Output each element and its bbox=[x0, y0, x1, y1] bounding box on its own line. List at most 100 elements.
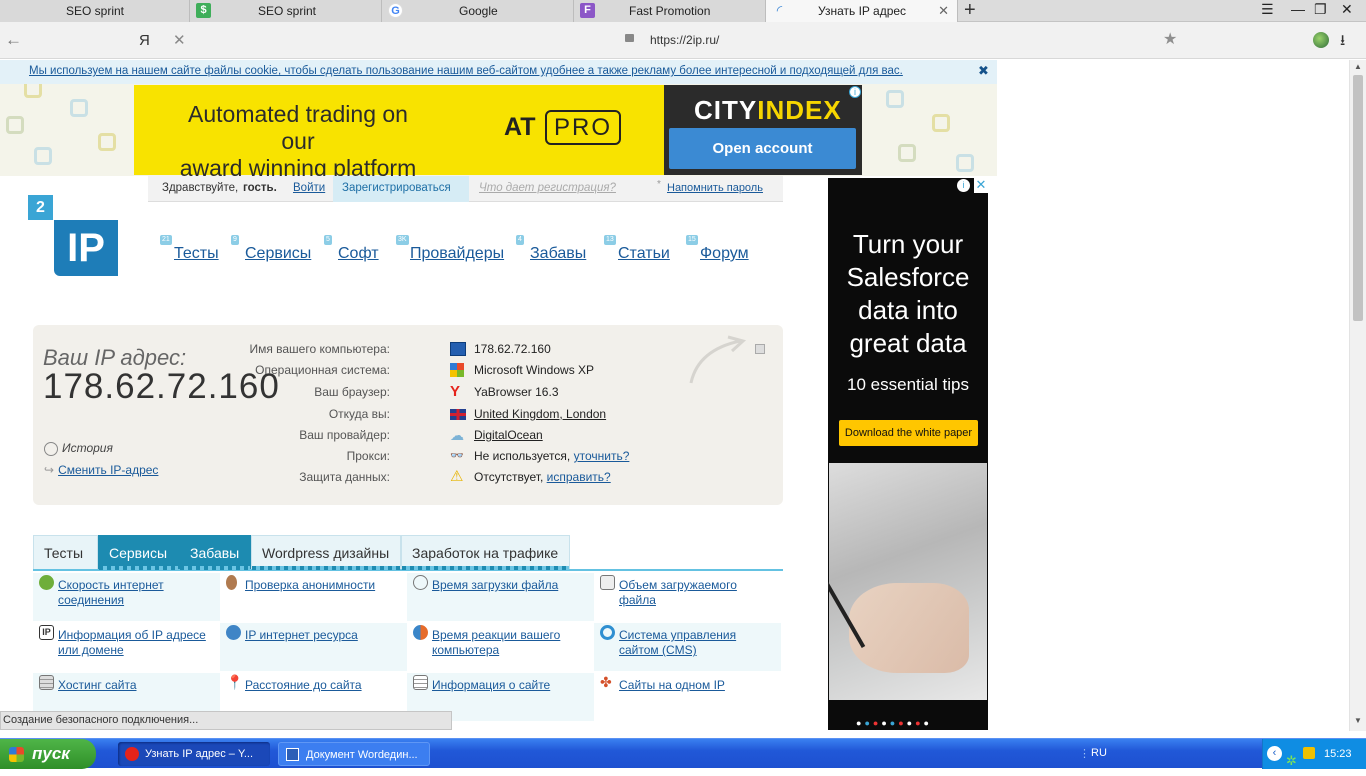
tab-wordpress[interactable]: Wordpress дизайны bbox=[251, 535, 401, 570]
new-tab-plus-icon[interactable]: + bbox=[964, 0, 976, 20]
service-link-2[interactable]: сайтом (CMS) bbox=[619, 643, 697, 657]
scroll-up-icon[interactable]: ▲ bbox=[1354, 62, 1362, 71]
taskbar-item-word[interactable]: Документ Wordедин... bbox=[278, 742, 430, 766]
nav-services[interactable]: 9 Сервисы bbox=[231, 235, 311, 263]
close-window-icon[interactable]: ✕ bbox=[1341, 1, 1353, 18]
remind-password-link[interactable]: Напомнить пароль bbox=[667, 182, 763, 194]
page-scrollbar[interactable]: ▲ ▼ bbox=[1349, 60, 1366, 731]
history-item[interactable]: История bbox=[44, 441, 113, 456]
carousel-dots[interactable]: ●●●●●●●●● bbox=[856, 718, 966, 728]
nav-label[interactable]: Форум bbox=[700, 245, 749, 262]
provider-link[interactable]: DigitalOcean bbox=[474, 428, 543, 442]
service-link[interactable]: Сайты на одном IP bbox=[619, 678, 725, 692]
tab-tests[interactable]: Тесты bbox=[33, 535, 98, 569]
nav-label[interactable]: Софт bbox=[338, 245, 379, 262]
service-link[interactable]: Объем загружаемого bbox=[619, 578, 737, 592]
service-link[interactable]: Время загрузки файла bbox=[432, 578, 558, 592]
cookie-close-icon[interactable]: ✖ bbox=[978, 60, 989, 82]
service-link-2[interactable]: соединения bbox=[58, 593, 124, 607]
globe-icon[interactable] bbox=[1313, 32, 1329, 48]
tab-traffic-earnings[interactable]: Заработок на трафике bbox=[401, 535, 570, 570]
download-icon[interactable]: ⭳ bbox=[1340, 30, 1345, 55]
service-link[interactable]: Скорость интернет bbox=[58, 578, 164, 592]
ad-info-icon[interactable]: i bbox=[957, 179, 970, 192]
service-link[interactable]: Расстояние до сайта bbox=[245, 678, 362, 692]
nav-label[interactable]: Статьи bbox=[618, 245, 670, 262]
url-field[interactable]: https://2ip.ru/ bbox=[650, 33, 719, 47]
location-link[interactable]: United Kingdom, London bbox=[474, 407, 606, 421]
ad-info-icon[interactable]: i bbox=[849, 86, 861, 98]
login-link[interactable]: Войти bbox=[293, 182, 325, 194]
service-link[interactable]: Информация о сайте bbox=[432, 678, 550, 692]
tab-2ip-active[interactable]: ◜ Узнать IP адрес ✕ bbox=[766, 0, 958, 22]
scroll-thumb[interactable] bbox=[1353, 75, 1363, 321]
close-tab-icon[interactable]: ✕ bbox=[938, 1, 949, 21]
lock-icon bbox=[625, 34, 634, 42]
tray-network-icon[interactable]: ✲ bbox=[1286, 746, 1297, 776]
language-indicator[interactable]: RU bbox=[1091, 747, 1107, 759]
start-button[interactable]: пуск bbox=[0, 739, 96, 769]
nav-articles[interactable]: 13 Статьи bbox=[604, 235, 670, 263]
tab-google[interactable]: G Google bbox=[382, 0, 574, 22]
nav-forum[interactable]: 15 Форум bbox=[686, 235, 749, 263]
ad-close-icon[interactable]: ✕ bbox=[974, 178, 988, 193]
service-ip-info[interactable]: IP Информация об IP адресе или домене bbox=[33, 623, 220, 671]
service-speed-test[interactable]: Скорость интернет соединения bbox=[33, 573, 220, 621]
open-account-button[interactable]: Open account bbox=[669, 128, 856, 169]
nav-label[interactable]: Провайдеры bbox=[410, 245, 504, 262]
service-link-2[interactable]: файла bbox=[619, 593, 656, 607]
nav-label[interactable]: Сервисы bbox=[245, 245, 311, 262]
nav-tests[interactable]: 21 Тесты bbox=[160, 235, 219, 263]
service-reaction-time[interactable]: Время реакции вашего компьютера bbox=[407, 623, 594, 671]
cookie-notice-text[interactable]: Мы используем на нашем сайте файлы cooki… bbox=[29, 65, 903, 77]
tab-fun[interactable]: Забавы bbox=[179, 535, 251, 570]
nav-providers[interactable]: 3K Провайдеры bbox=[396, 235, 504, 263]
service-sites-same-ip[interactable]: ✤ Сайты на одном IP bbox=[594, 673, 781, 721]
nav-label[interactable]: Тесты bbox=[174, 245, 219, 262]
service-file-load-time[interactable]: Время загрузки файла bbox=[407, 573, 594, 621]
change-ip-item[interactable]: ↪ Сменить IP-адрес bbox=[44, 463, 158, 477]
clock[interactable]: 15:23 bbox=[1324, 739, 1352, 769]
service-link[interactable]: Проверка анонимности bbox=[245, 578, 375, 592]
tab-seo-sprint-1[interactable]: SEO sprint bbox=[0, 0, 190, 22]
service-link[interactable]: Хостинг сайта bbox=[58, 678, 137, 692]
cityindex-banner-ad[interactable]: Automated trading on our award winning p… bbox=[134, 85, 862, 181]
service-file-volume[interactable]: Объем загружаемого файла bbox=[594, 573, 781, 621]
service-link[interactable]: Время реакции вашего bbox=[432, 628, 560, 642]
change-ip-link[interactable]: Сменить IP-адрес bbox=[58, 463, 158, 477]
scroll-down-icon[interactable]: ▼ bbox=[1354, 716, 1362, 725]
tab-seo-sprint-2[interactable]: $ SEO sprint bbox=[190, 0, 382, 22]
why-register-link[interactable]: Что дает регистрация? bbox=[479, 182, 616, 194]
service-cms[interactable]: Система управления сайтом (CMS) bbox=[594, 623, 781, 671]
nav-label[interactable]: Забавы bbox=[530, 245, 586, 262]
download-white-paper-button[interactable]: Download the white paper bbox=[839, 420, 978, 446]
nav-soft[interactable]: 5 Софт bbox=[324, 235, 379, 263]
service-link-2[interactable]: компьютера bbox=[432, 643, 499, 657]
nav-fun[interactable]: 4 Забавы bbox=[516, 235, 586, 263]
salesforce-side-ad[interactable]: i ✕ Turn your Salesforce data into great… bbox=[828, 178, 988, 730]
service-link[interactable]: Система управления bbox=[619, 628, 736, 642]
protection-fix-link[interactable]: исправить? bbox=[547, 470, 611, 484]
menu-hamburger-icon[interactable]: ☰ bbox=[1261, 1, 1274, 18]
service-link-2[interactable]: или домене bbox=[58, 643, 124, 657]
minimize-icon[interactable]: — bbox=[1291, 1, 1305, 17]
info-key: Откуда вы: bbox=[328, 407, 390, 421]
tab-services[interactable]: Сервисы bbox=[98, 535, 179, 570]
tray-app-icon[interactable] bbox=[1303, 747, 1315, 759]
yandex-logo-icon[interactable]: Я bbox=[139, 32, 150, 49]
clear-url-icon[interactable]: ✕ bbox=[173, 31, 186, 49]
restore-icon[interactable]: ❐ bbox=[1314, 1, 1327, 18]
service-anonymity[interactable]: Проверка анонимности bbox=[220, 573, 407, 621]
service-link[interactable]: IP интернет ресурса bbox=[245, 628, 358, 642]
register-button[interactable]: Зарегистрироваться bbox=[333, 176, 469, 202]
service-ip-resource[interactable]: IP интернет ресурса bbox=[220, 623, 407, 671]
tab-fast-promotion[interactable]: F Fast Promotion bbox=[574, 0, 766, 22]
back-arrow-icon[interactable]: ← bbox=[5, 30, 22, 50]
start-label: пуск bbox=[32, 744, 70, 763]
taskbar-item-browser[interactable]: Узнать IP адрес – Y... bbox=[118, 742, 270, 766]
copy-checkbox-icon[interactable] bbox=[755, 344, 765, 354]
service-link[interactable]: Информация об IP адресе bbox=[58, 628, 206, 642]
tray-expand-icon[interactable]: ‹ bbox=[1267, 746, 1282, 761]
proxy-clarify-link[interactable]: уточнить? bbox=[574, 449, 630, 463]
bookmark-star-icon[interactable]: ★ bbox=[1163, 29, 1177, 49]
